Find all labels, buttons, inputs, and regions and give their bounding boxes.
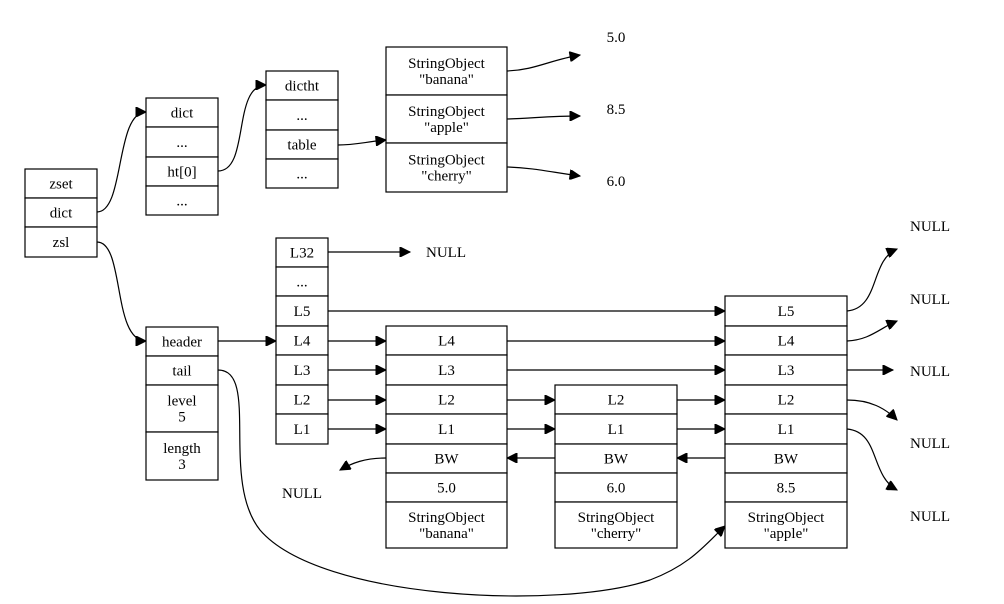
null-l1: NULL [910, 509, 950, 525]
skiplist-zset-diagram: zset dict zsl dict... ht[0]... dictht... table… [24, 30, 950, 597]
field-label: dict [50, 206, 73, 222]
field-label: ... [296, 108, 307, 124]
field-label: BW [604, 452, 629, 468]
field-label: BW [434, 452, 459, 468]
record-header-levels: L32... L5 L4 L3 L2 L1 [275, 237, 329, 445]
arrow-apple-l2 [846, 399, 897, 420]
field-label: header [162, 335, 202, 351]
field-label: ... [296, 275, 307, 291]
record-node-banana: L4L3L2L1BW5.0StringObject "banana" [385, 325, 508, 549]
field-label: L1 [778, 422, 795, 438]
field-label: L2 [608, 393, 625, 409]
record-zset: zset dict zsl [24, 168, 98, 258]
field-label: ... [176, 194, 187, 210]
arrow-table-entries [337, 140, 386, 145]
field-label: L2 [778, 393, 795, 409]
record-dictht: dictht... table... [265, 70, 339, 189]
arrow-zset-dict [96, 112, 146, 213]
field-label: BW [774, 452, 799, 468]
field-label: 5.0 [437, 481, 456, 497]
null-l4: NULL [910, 292, 950, 308]
field-label: L1 [608, 422, 625, 438]
field-label: L2 [294, 393, 311, 409]
field-label: zsl [53, 235, 70, 251]
field-label: L3 [294, 363, 311, 379]
null-l32: NULL [426, 245, 466, 261]
field-label: L1 [438, 422, 455, 438]
field-label: L5 [778, 304, 795, 320]
field-label: ht[0] [167, 165, 196, 181]
arrow-apple-l1 [846, 428, 897, 490]
field-label: L5 [294, 304, 311, 320]
score-cherry: 6.0 [607, 174, 626, 190]
field-label: L3 [778, 363, 795, 379]
field-label: L4 [778, 334, 795, 350]
field-label: L4 [294, 334, 311, 350]
arrow-zsl-zskiplist [96, 241, 146, 341]
field-label: tail [172, 364, 191, 380]
record-zskiplist: headertaillevel 5length 3 [145, 326, 219, 481]
field-label: L1 [294, 422, 311, 438]
field-label: 6.0 [607, 481, 626, 497]
field-label: 8.5 [777, 481, 796, 497]
arrow-banana-bw [340, 457, 387, 470]
field-label: zset [49, 177, 73, 193]
arrow-apple-l5 [846, 249, 897, 312]
null-bw: NULL [282, 486, 322, 502]
field-label: dictht [285, 79, 320, 95]
record-dict: dict... ht[0]... [145, 97, 219, 216]
field-label: dict [171, 106, 194, 122]
field-label: L4 [438, 334, 455, 350]
nodes: zset dict zsl dict... ht[0]... dictht... table… [24, 46, 848, 549]
field-label: L3 [438, 363, 455, 379]
arrow-ht0-dictht [217, 85, 266, 172]
arrow-apple-l4 [846, 321, 897, 342]
score-apple: 8.5 [607, 102, 626, 118]
null-l3: NULL [910, 364, 950, 380]
record-dict-entries: StringObject "banana"StringObject "apple"S… [385, 46, 508, 193]
record-node-apple: L5L4L3L2L1BW8.5StringObject "apple" [724, 295, 848, 549]
field-label: table [287, 138, 316, 154]
score-banana: 5.0 [607, 30, 626, 46]
null-l5: NULL [910, 219, 950, 235]
record-node-cherry: L2L1BW6.0StringObject "cherry" [554, 384, 678, 549]
arrow-cherry-score [506, 166, 580, 176]
field-label: ... [176, 135, 187, 151]
field-label: L2 [438, 393, 455, 409]
null-l2: NULL [910, 436, 950, 452]
field-label: L32 [290, 246, 314, 262]
field-label: ... [296, 167, 307, 183]
arrow-apple-score [506, 116, 580, 119]
arrow-banana-score [506, 55, 580, 72]
